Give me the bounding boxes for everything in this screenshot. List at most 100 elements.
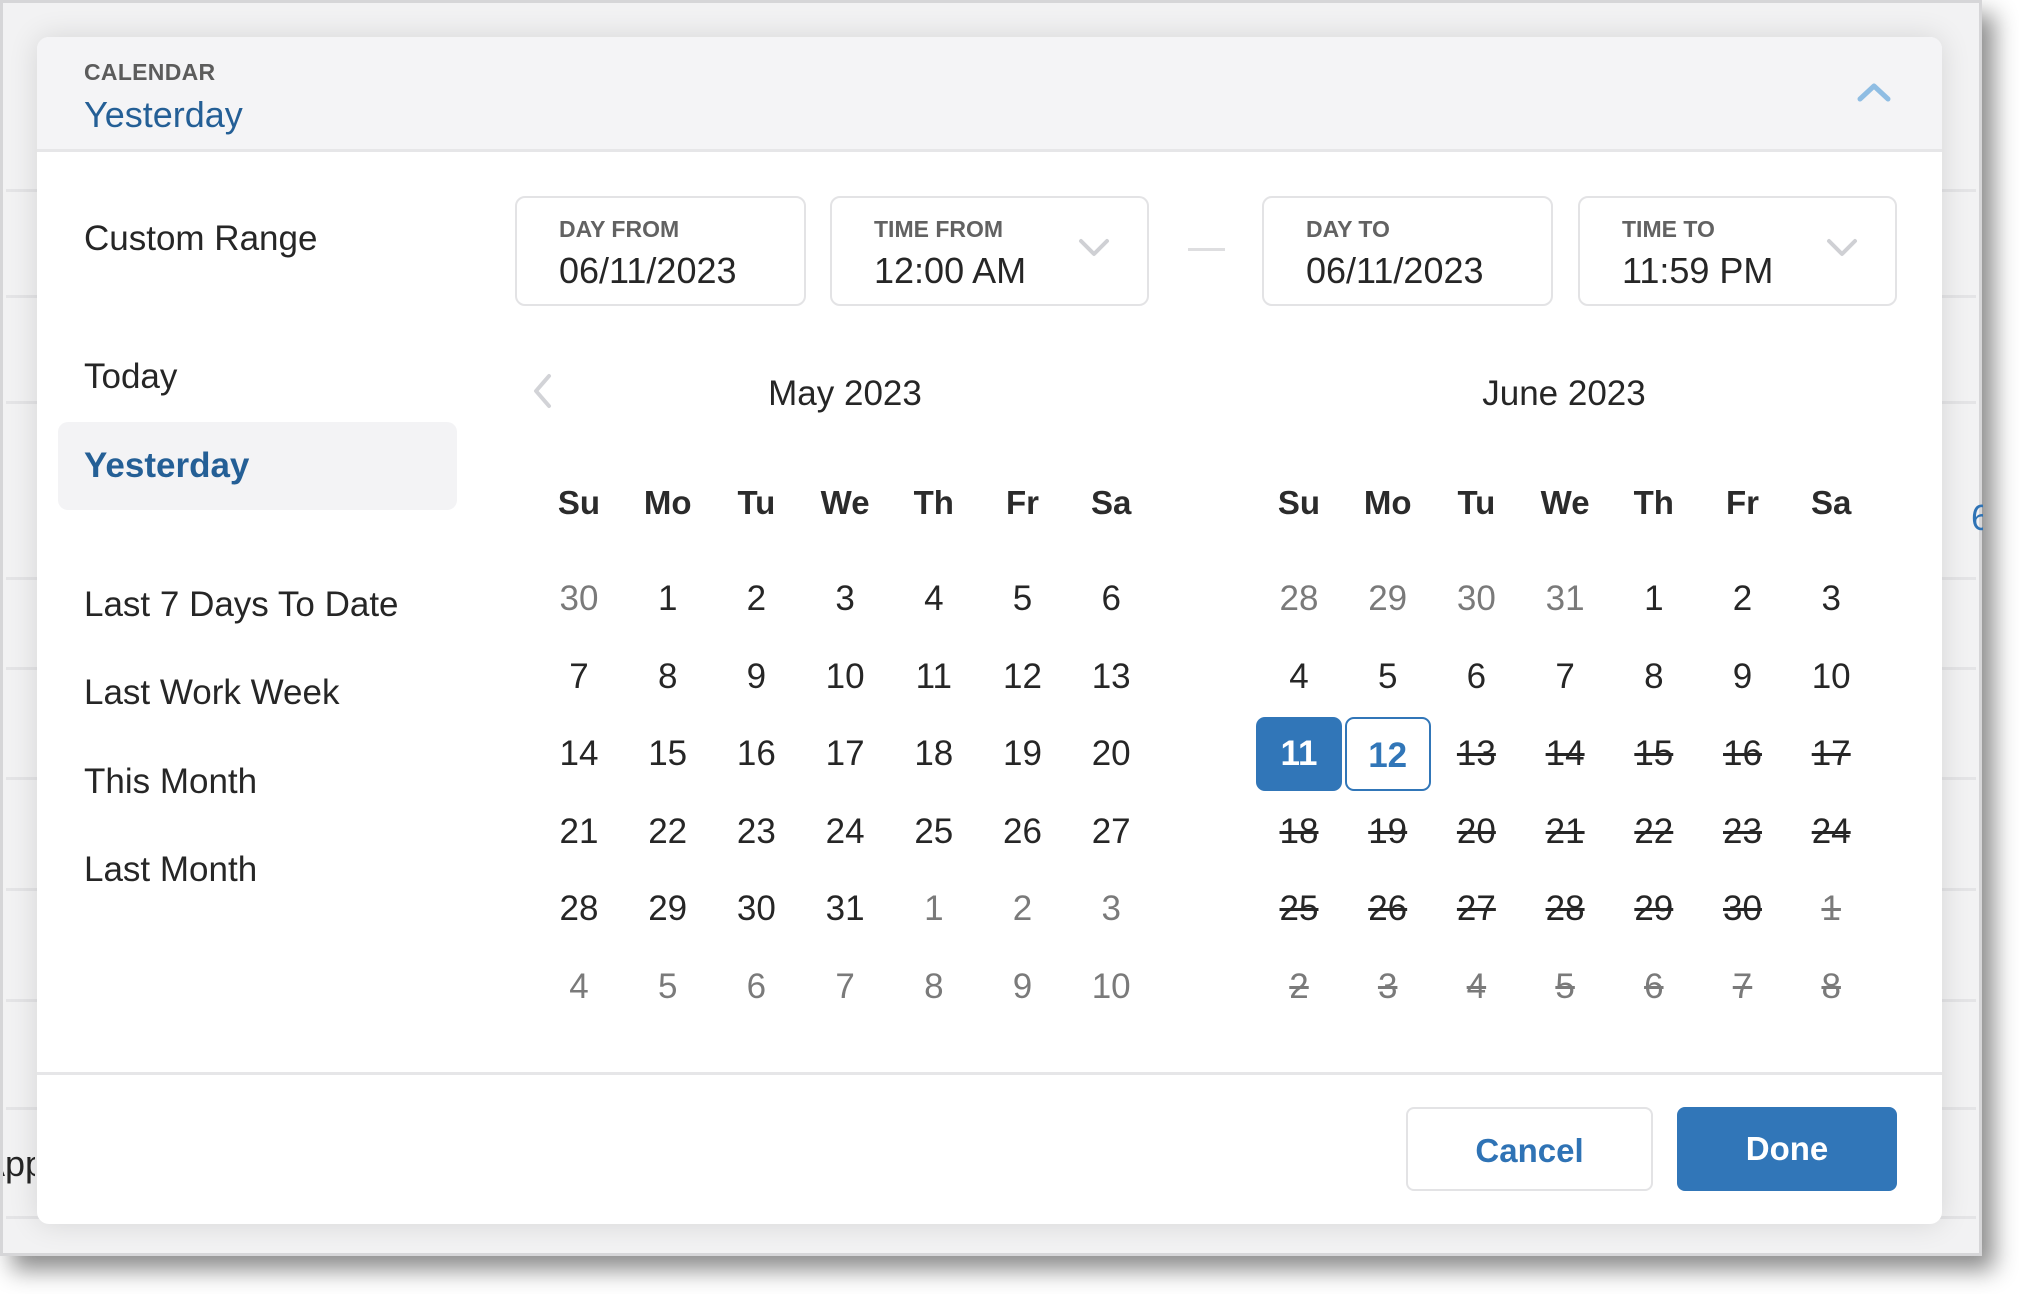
cancel-button[interactable]: Cancel xyxy=(1406,1107,1653,1191)
calendar-day[interactable]: 6 xyxy=(1068,562,1154,636)
day-to-field[interactable]: DAY TO 06/11/2023 xyxy=(1262,196,1553,306)
calendar-day[interactable]: 18 xyxy=(891,717,977,791)
calendar-day-disabled: 5 xyxy=(1555,967,1575,1006)
calendar-day[interactable]: 2 xyxy=(1700,562,1786,636)
preset-last-7-days[interactable]: Last 7 Days To Date xyxy=(58,561,457,649)
calendar-day-outside-month[interactable]: 4 xyxy=(536,950,622,1024)
weekday-header: Su xyxy=(1277,484,1321,521)
calendar-day[interactable]: 28 xyxy=(536,872,622,946)
calendar-day-outside-month[interactable]: 29 xyxy=(1345,562,1431,636)
calendar-day[interactable]: 9 xyxy=(713,640,799,714)
calendar-day[interactable]: 2 xyxy=(713,562,799,636)
calendar-day-outside-month[interactable]: 1 xyxy=(891,872,977,946)
day-from-field[interactable]: DAY FROM 06/11/2023 xyxy=(515,196,806,306)
chevron-down-icon xyxy=(1079,239,1109,256)
time-from-select[interactable]: TIME FROM 12:00 AM xyxy=(830,196,1149,306)
calendar-day-disabled: 23 xyxy=(1723,811,1762,851)
calendar-day-outside-month[interactable]: 2 xyxy=(980,872,1066,946)
calendar-day-outside-month[interactable]: 5 xyxy=(625,950,711,1024)
weekday-header: Sa xyxy=(1811,484,1852,521)
preset-yesterday[interactable]: Yesterday xyxy=(58,422,457,510)
calendar-day-disabled: 21 xyxy=(1545,811,1585,851)
calendar-day[interactable]: 19 xyxy=(980,717,1066,791)
calendar-day-disabled: 2 xyxy=(1289,967,1309,1006)
calendar-day[interactable]: 13 xyxy=(1068,640,1154,714)
calendar-day-disabled: 25 xyxy=(1279,889,1319,929)
calendar-day[interactable]: 3 xyxy=(802,562,888,636)
weekday-header: Tu xyxy=(1457,484,1496,521)
calendar-day-disabled: 16 xyxy=(1723,734,1762,774)
calendar-day[interactable]: 23 xyxy=(713,795,799,869)
calendar-day-outside-month[interactable]: 7 xyxy=(802,950,888,1024)
time-to-select[interactable]: TIME TO 11:59 PM xyxy=(1578,196,1897,306)
chevron-up-icon xyxy=(1857,83,1891,102)
calendar-day-outside-month[interactable]: 30 xyxy=(1433,562,1519,636)
calendar-day[interactable]: 26 xyxy=(980,795,1066,869)
time-to-value: 11:59 PM xyxy=(1622,250,1774,291)
calendar-day[interactable]: 11 xyxy=(891,640,977,714)
calendar-day-disabled: 29 xyxy=(1634,889,1674,929)
calendar-day-outside-month[interactable]: 3 xyxy=(1068,872,1154,946)
calendar-day-disabled: 22 xyxy=(1634,811,1674,851)
calendar-day[interactable]: 5 xyxy=(1345,640,1431,714)
calendar-day[interactable]: 5 xyxy=(980,562,1066,636)
calendar-day-disabled: 19 xyxy=(1368,811,1408,851)
calendar-day[interactable]: 3 xyxy=(1788,562,1874,636)
calendar-day[interactable]: 4 xyxy=(1256,640,1342,714)
preset-last-month[interactable]: Last Month xyxy=(58,826,457,914)
preset-last-work-week[interactable]: Last Work Week xyxy=(58,649,457,737)
calendar-day-disabled: 17 xyxy=(1811,734,1851,774)
calendar-day[interactable]: 7 xyxy=(536,640,622,714)
calendar-day-outside-month[interactable]: 30 xyxy=(536,562,622,636)
calendar-day[interactable]: 21 xyxy=(536,795,622,869)
calendar-day[interactable]: 24 xyxy=(802,795,888,869)
weekday-header: We xyxy=(820,484,870,521)
calendar-day-outside-month[interactable]: 9 xyxy=(980,950,1066,1024)
calendar-day-outside-month[interactable]: 28 xyxy=(1256,562,1342,636)
calendar-day-disabled: 7 xyxy=(1732,967,1753,1006)
calendar-day[interactable]: 10 xyxy=(1788,640,1874,714)
calendar-day-today[interactable]: 12 xyxy=(1344,717,1431,792)
calendar-day[interactable]: 29 xyxy=(625,872,711,946)
preset-this-month[interactable]: This Month xyxy=(58,738,457,826)
background-text-fragment: App xyxy=(3,1143,35,1184)
calendar-day[interactable]: 4 xyxy=(891,562,977,636)
calendar-header[interactable]: CALENDAR Yesterday xyxy=(37,37,1942,152)
calendar-day[interactable]: 7 xyxy=(1522,640,1608,714)
calendar-day-outside-month[interactable]: 31 xyxy=(1522,562,1608,636)
calendar-day-outside-month[interactable]: 10 xyxy=(1068,950,1154,1024)
calendar-day[interactable]: 12 xyxy=(980,640,1066,714)
calendar-day[interactable]: 8 xyxy=(625,640,711,714)
time-from-label: TIME FROM xyxy=(874,216,1004,242)
calendar-day[interactable]: 1 xyxy=(1611,562,1697,636)
calendar-day[interactable]: 15 xyxy=(625,717,711,791)
calendar-day[interactable]: 31 xyxy=(802,872,888,946)
calendar-day[interactable]: 30 xyxy=(713,872,799,946)
calendar-day[interactable]: 17 xyxy=(802,717,888,791)
calendar-day-disabled: 6 xyxy=(1644,967,1664,1006)
calendar-day[interactable]: 16 xyxy=(713,717,799,791)
calendar-day[interactable]: 1 xyxy=(625,562,711,636)
calendar-day[interactable]: 9 xyxy=(1700,640,1786,714)
preset-today[interactable]: Today xyxy=(58,333,457,421)
calendar-day-selected[interactable]: 11 xyxy=(1256,717,1342,792)
calendar-day[interactable]: 6 xyxy=(1433,640,1519,714)
time-to-label: TIME TO xyxy=(1622,216,1715,242)
calendar-day-disabled: 30 xyxy=(1723,889,1762,929)
calendar-day-outside-month[interactable]: 8 xyxy=(891,950,977,1024)
calendar-day-disabled: 4 xyxy=(1466,967,1487,1006)
calendar-day-disabled: 1 xyxy=(1821,889,1841,929)
calendar-day-outside-month[interactable]: 6 xyxy=(713,950,799,1024)
preset-custom-range[interactable]: Custom Range xyxy=(58,195,457,283)
calendar-day[interactable]: 20 xyxy=(1068,717,1154,791)
calendar-day[interactable]: 27 xyxy=(1068,795,1154,869)
calendar-day[interactable]: 14 xyxy=(536,717,622,791)
calendar-day[interactable]: 8 xyxy=(1611,640,1697,714)
weekday-header: Th xyxy=(913,484,954,521)
collapse-button[interactable] xyxy=(1854,77,1894,107)
calendar-day-disabled: 18 xyxy=(1279,811,1319,851)
calendar-day[interactable]: 25 xyxy=(891,795,977,869)
calendar-day[interactable]: 22 xyxy=(625,795,711,869)
calendar-day[interactable]: 10 xyxy=(802,640,888,714)
done-button[interactable]: Done xyxy=(1677,1107,1897,1191)
